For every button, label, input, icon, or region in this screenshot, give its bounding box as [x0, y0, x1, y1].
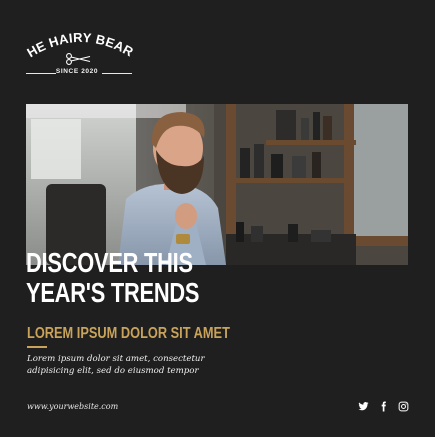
scissors-icon — [66, 53, 91, 65]
headline: DISCOVER THIS YEAR'S TRENDS — [26, 248, 229, 308]
subheading: LOREM IPSUM DOLOR SIT AMET — [27, 325, 230, 342]
body-line-1: Lorem ipsum dolor sit amet, consectetur — [27, 354, 205, 364]
body-line-2: adipisicing elit, sed do eiusmod tempor — [27, 366, 199, 376]
facebook-icon[interactable] — [378, 401, 389, 412]
website-link[interactable]: www.yourwebsite.com — [27, 402, 118, 411]
hero-photo — [26, 104, 408, 265]
body-text: Lorem ipsum dolor sit amet, consectetur … — [27, 353, 227, 377]
svg-text:THE HAIRY BEARD: THE HAIRY BEARD — [22, 22, 136, 60]
headline-line-2: YEAR'S TRENDS — [26, 277, 200, 308]
poster: THE HAIRY BEARD SINCE 2020 — [0, 0, 435, 437]
brand-logo-mark: THE HAIRY BEARD — [22, 22, 136, 65]
headline-line-1: DISCOVER THIS — [26, 247, 193, 278]
twitter-icon[interactable] — [358, 401, 369, 412]
accent-divider — [27, 346, 47, 348]
logo-divider-right — [102, 73, 132, 74]
brand-name: THE HAIRY BEARD — [22, 22, 136, 60]
instagram-icon[interactable] — [398, 401, 409, 412]
social-links — [358, 401, 409, 412]
brand-logo: THE HAIRY BEARD SINCE 2020 — [22, 22, 142, 84]
